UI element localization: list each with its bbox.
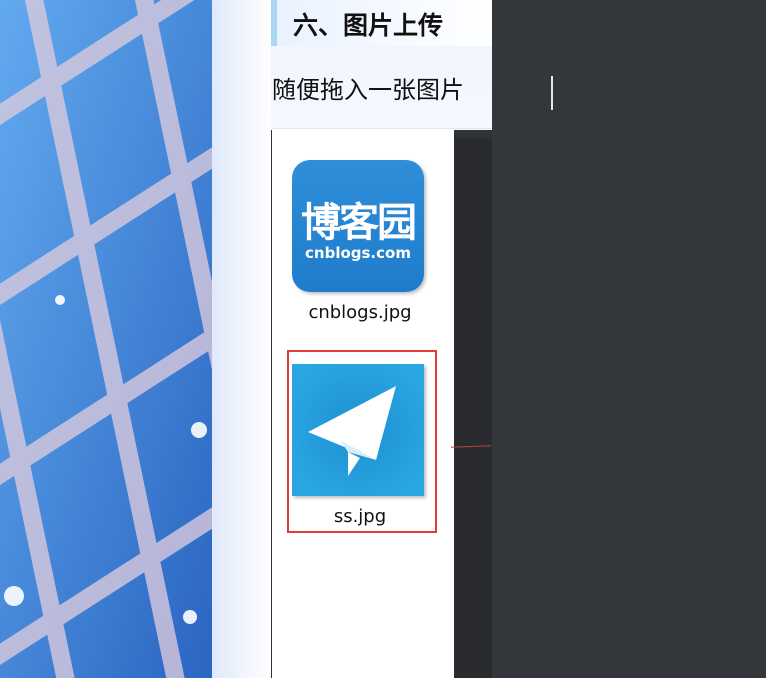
upload-instruction: 随便拖入一张图片 [272, 76, 464, 104]
cnblogs-thumb-text: 博客园 [301, 200, 417, 246]
file-name: cnblogs.jpg [308, 302, 412, 323]
text-caret [551, 76, 553, 110]
building-glass-background [0, 0, 212, 678]
background-wash [212, 0, 271, 678]
cnblogs-thumb-subtext: cnblogs.com [305, 244, 411, 262]
dark-separator [454, 138, 492, 678]
section-title: 六、图片上传 [271, 0, 492, 46]
editor-panel[interactable] [492, 0, 766, 678]
section-title-text: 六、图片上传 [293, 11, 444, 40]
selected-file-outline [287, 350, 437, 533]
background-image [0, 0, 212, 678]
panel-top-divider [272, 128, 492, 129]
cnblogs-thumbnail: 博客园 cnblogs.com [292, 160, 424, 292]
